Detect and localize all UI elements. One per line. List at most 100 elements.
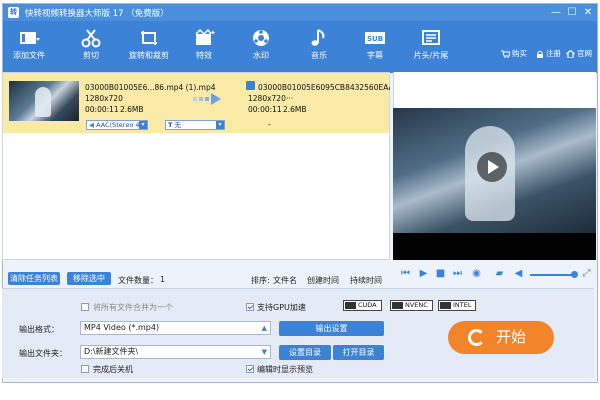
start-button[interactable]: 开始 [448, 321, 554, 354]
nvenc-text: NVENC [405, 301, 428, 309]
watermark-button[interactable]: 水印 [231, 24, 291, 70]
crop-rotate-icon [141, 31, 157, 45]
preview-label: 编辑时显示预览 [257, 365, 313, 374]
output-resolution: 1280x720 [248, 94, 286, 103]
folder-value: D:\新建文件夹\ [84, 347, 139, 356]
subtitle-label: 字幕 [367, 51, 383, 60]
shutdown-label: 完成后关机 [93, 365, 133, 374]
add-file-icon [20, 32, 40, 44]
audio-track-value: AAC(Stereo 4 [96, 121, 140, 129]
file-count-label: 文件数量： [118, 276, 158, 285]
cuda-badge: CUDA [343, 300, 382, 311]
svg-text:SUB: SUB [367, 35, 383, 43]
maximize-icon[interactable]: ☐ [565, 6, 579, 19]
format-select[interactable]: MP4 Video (*.mp4) ▲ [80, 321, 271, 335]
source-duration: 00:00:11 [85, 105, 119, 114]
remove-selected-button[interactable]: 移除选中 [67, 272, 111, 285]
window-title: 快转视频转换器大师版 17 （免费版） [25, 9, 169, 19]
intel-text: INTEL [453, 301, 472, 309]
lock-icon [537, 50, 543, 58]
crop-rotate-label: 旋转和裁剪 [129, 51, 169, 60]
close-icon[interactable]: ✕ [581, 6, 595, 19]
format-label: 输出格式： [19, 325, 59, 334]
intro-outro-label: 片头/片尾 [413, 51, 449, 60]
effects-label: 特效 [196, 51, 212, 60]
stop-icon[interactable]: ■ [435, 268, 446, 279]
preview-top-bar [393, 72, 596, 108]
effects-icon: ✦ [195, 28, 215, 45]
video-thumbnail[interactable] [9, 81, 79, 121]
intro-outro-button[interactable]: 片头/片尾 [401, 24, 461, 70]
file-row[interactable]: 03000B01005E6...86.mp4 (1).mp4 1280x720 … [3, 73, 390, 133]
output-settings-button[interactable]: 输出设置 [279, 321, 384, 336]
subtitle-select[interactable]: T 无 ▾ [165, 120, 225, 130]
cuda-text: CUDA [358, 301, 377, 309]
open-directory-button[interactable]: 打开目录 [333, 345, 384, 360]
file-list: 03000B01005E6...86.mp4 (1).mp4 1280x720 … [2, 72, 390, 260]
preview-checkbox[interactable] [246, 365, 254, 373]
merge-checkbox[interactable] [81, 303, 89, 311]
sort-by-created[interactable]: 创建时间 [307, 275, 339, 286]
music-label: 音乐 [311, 51, 327, 60]
nvenc-badge: NVENC [390, 300, 433, 311]
output-more[interactable]: ··· [286, 93, 293, 104]
add-file-button[interactable]: 添加文件 [0, 24, 59, 70]
sort-label: 排序: [251, 276, 270, 285]
subtitle-button[interactable]: SUB 字幕 [345, 24, 405, 70]
sort-by-duration[interactable]: 持续时间 [350, 275, 382, 286]
gpu-checkbox[interactable] [246, 303, 254, 311]
edit-name-icon[interactable] [246, 81, 255, 90]
next-frame-icon[interactable]: ⏭ [452, 268, 463, 279]
audio-track-select[interactable]: ◀ AAC(Stereo 4 ▾ [86, 120, 148, 130]
task-bar: 清除任务列表 移除选中 文件数量： 1 排序: 文件名 创建时间 持续时间 [2, 262, 390, 286]
file-count-value: 1 [160, 275, 166, 284]
play-small-icon[interactable]: ▶ [418, 268, 429, 279]
minimize-icon[interactable]: — [549, 6, 563, 19]
crop-rotate-button[interactable]: 旋转和裁剪 [119, 24, 179, 70]
intel-badge: INTEL [438, 300, 477, 311]
buy-link[interactable]: 购买 [501, 48, 527, 59]
output-size: 2.6MB [283, 105, 307, 114]
home-icon [566, 49, 575, 59]
play-icon[interactable] [477, 152, 507, 182]
cut-label: 剪切 [83, 51, 99, 60]
folder-input[interactable]: D:\新建文件夹\ ▼ [80, 345, 271, 359]
output-duration: 00:00:11 [248, 105, 282, 114]
scissors-icon [81, 29, 101, 48]
caret-up-icon: ▲ [261, 324, 267, 332]
output-filename: 03000B01005E6095CB8432560EAAF62F6 [258, 83, 390, 92]
volume-icon[interactable]: ◀ [513, 268, 524, 279]
website-label: 官网 [577, 49, 592, 58]
add-file-label: 添加文件 [13, 51, 45, 60]
music-button[interactable]: 音乐 [289, 24, 349, 70]
merge-label: 将所有文件合并为一个 [93, 303, 173, 312]
subtitle-prefix: T [168, 121, 173, 129]
fullscreen-icon[interactable]: ⤢ [581, 268, 592, 279]
svg-text:✦: ✦ [210, 29, 215, 37]
output-audio-dash: - [268, 120, 271, 129]
shutdown-checkbox[interactable] [81, 365, 89, 373]
effects-button[interactable]: ✦ 特效 [174, 24, 234, 70]
source-resolution: 1280x720 [85, 94, 123, 103]
toolbar: 添加文件 剪切 旋转和裁剪 ✦ 特效 水印 音乐 SUB 字幕 片头/片尾 购买… [3, 21, 597, 73]
register-label: 注册 [546, 49, 561, 58]
format-value: MP4 Video (*.mp4) [84, 323, 160, 332]
register-link[interactable]: 注册 [536, 48, 561, 59]
music-icon [311, 29, 325, 46]
cart-icon [501, 50, 511, 58]
website-link[interactable]: 官网 [566, 48, 592, 59]
sort-by-name[interactable]: 文件名 [273, 275, 297, 286]
speaker-icon: ◀ [89, 121, 94, 129]
chevron-down-icon: ▾ [216, 121, 224, 129]
caret-down-icon: ▼ [261, 348, 267, 356]
set-directory-button[interactable]: 设置目录 [279, 345, 331, 360]
volume-handle[interactable] [571, 271, 578, 278]
previous-frame-icon[interactable]: ⏮ [400, 268, 411, 279]
clear-tasks-button[interactable]: 清除任务列表 [8, 272, 60, 285]
title-bar: 转 快转视频转换器大师版 17 （免费版） — ☐ ✕ [3, 4, 597, 21]
watermark-icon [253, 30, 269, 46]
snapshot-icon[interactable]: ◉ [471, 268, 482, 279]
folder-icon[interactable]: ▰ [494, 268, 505, 279]
cut-button[interactable]: 剪切 [61, 24, 121, 70]
volume-slider[interactable] [530, 274, 576, 276]
